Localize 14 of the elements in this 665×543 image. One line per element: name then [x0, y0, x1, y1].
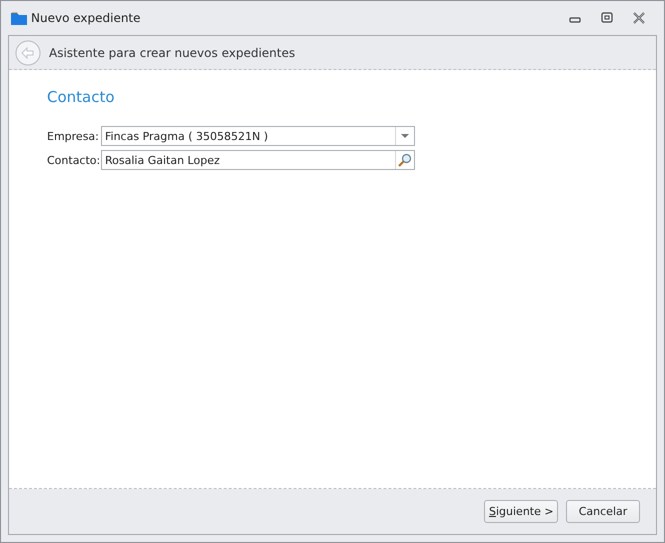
- field-label: Empresa:: [47, 130, 100, 142]
- next-button[interactable]: Siguiente >: [484, 500, 558, 523]
- wizard-title: Asistente para crear nuevos expedientes: [49, 46, 296, 60]
- restore-icon[interactable]: [600, 12, 614, 24]
- dropdown-field[interactable]: Fincas Pragma ( 35058521N ): [101, 126, 415, 146]
- search-icon[interactable]: [398, 153, 412, 167]
- section-title: Contacto: [47, 88, 116, 106]
- folder-icon: [11, 11, 27, 25]
- lookup-field[interactable]: Rosalia Gaitan Lopez: [101, 150, 415, 170]
- cancel-button[interactable]: Cancelar: [566, 500, 640, 523]
- field-label: Contacto:: [47, 154, 101, 166]
- window-title: Nuevo expediente: [31, 11, 141, 25]
- dropdown-arrow-icon[interactable]: [401, 134, 409, 138]
- close-icon[interactable]: [632, 12, 646, 24]
